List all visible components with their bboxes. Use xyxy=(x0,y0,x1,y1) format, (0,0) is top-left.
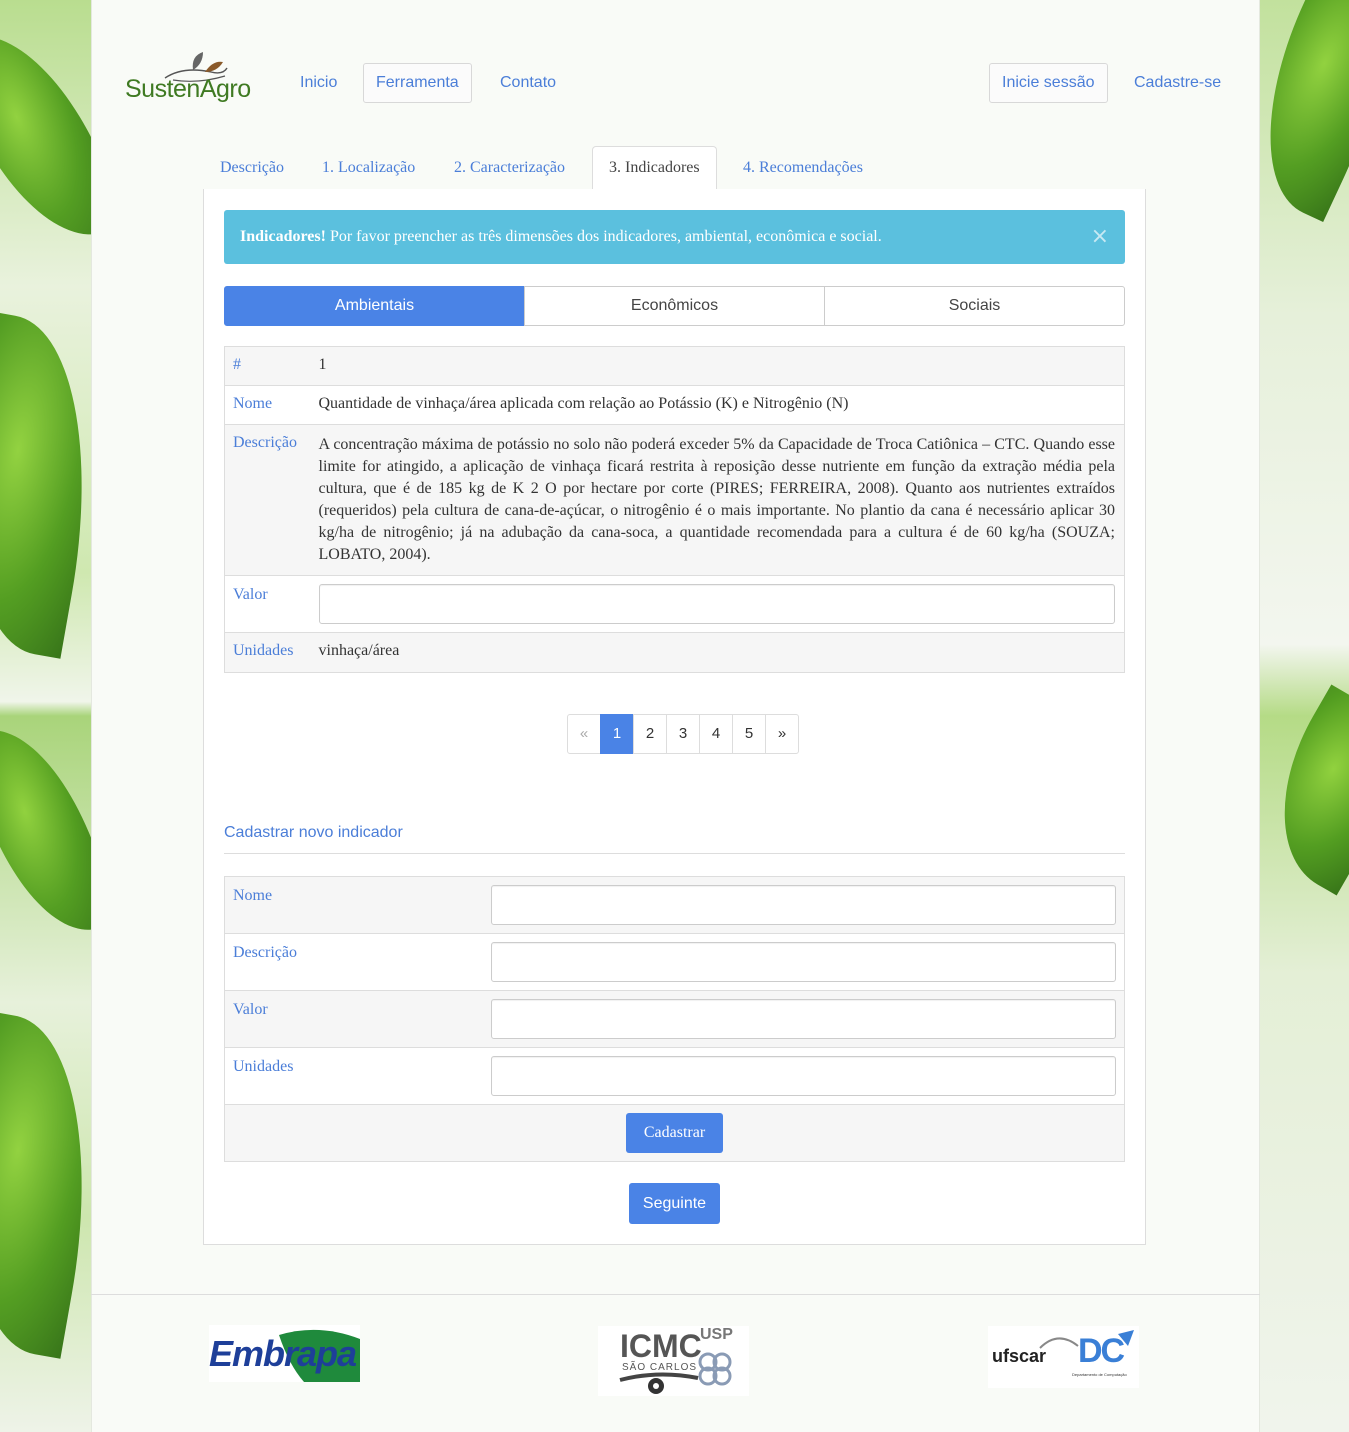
row-label-nome: Nome xyxy=(224,385,311,425)
signup-link[interactable]: Cadastre-se xyxy=(1121,63,1234,103)
valor-field[interactable] xyxy=(490,999,1116,1039)
indicator-units: vinhaça/área xyxy=(310,632,1125,673)
form-row: Nome xyxy=(224,876,1125,934)
nav-inicio[interactable]: Inicio xyxy=(287,63,350,103)
tab-indicadores[interactable]: 3. Indicadores xyxy=(592,146,717,191)
form-row: Descrição xyxy=(224,933,1125,991)
row-label-valor: Valor xyxy=(224,575,311,633)
form-label-valor: Valor xyxy=(224,990,483,1048)
tab-caracterizacao[interactable]: 2. Caracterização xyxy=(437,146,582,190)
row-label-num: # xyxy=(224,346,311,386)
table-row: Nome Quantidade de vinhaça/área aplicada… xyxy=(224,385,1125,425)
leaf-background-left xyxy=(0,0,91,1432)
alert-message: Por favor preencher as três dimensões do… xyxy=(329,228,882,245)
form-row: Valor xyxy=(224,990,1125,1048)
nav-contato[interactable]: Contato xyxy=(487,63,569,103)
brand-logo[interactable]: SustenAgro xyxy=(125,50,251,110)
form-label-unidades: Unidades xyxy=(224,1047,483,1105)
tab-recomendacoes[interactable]: 4. Recomendações xyxy=(726,146,880,190)
pagination: « 1 2 3 4 5 » xyxy=(567,714,799,754)
close-icon[interactable]: × xyxy=(1091,210,1109,264)
info-alert: Indicadores! Por favor preencher as três… xyxy=(224,210,1125,264)
table-row: Valor xyxy=(224,575,1125,633)
form-cell xyxy=(482,990,1125,1048)
tab-localizacao[interactable]: 1. Localização xyxy=(305,146,432,190)
nav-ferramenta[interactable]: Ferramenta xyxy=(363,63,472,103)
descricao-field[interactable] xyxy=(490,942,1116,982)
icmc-emblem-icon xyxy=(619,1352,732,1394)
alert-title: Indicadores! xyxy=(240,228,326,245)
nome-field[interactable] xyxy=(490,885,1116,925)
seguinte-button[interactable]: Seguinte xyxy=(629,1183,720,1224)
dc-wordmark: DC xyxy=(1078,1332,1125,1370)
step-tabs: Descrição 1. Localização 2. Caracterizaç… xyxy=(203,146,1146,191)
ufscar-dc-logo[interactable]: ufscar DC Departamento de Computação xyxy=(988,1326,1139,1388)
indicator-table: # 1 Nome Quantidade de vinhaça/área apli… xyxy=(224,346,1125,673)
tab-descricao[interactable]: Descrição xyxy=(203,146,301,190)
footer-divider xyxy=(91,1294,1260,1295)
pagination-prev[interactable]: « xyxy=(567,714,601,754)
segment-sociais[interactable]: Sociais xyxy=(824,286,1125,326)
new-indicator-heading: Cadastrar novo indicador xyxy=(224,824,403,841)
form-cell xyxy=(482,1047,1125,1105)
segment-economicos[interactable]: Econômicos xyxy=(524,286,825,326)
valor-cell xyxy=(310,575,1125,633)
row-label-unidades: Unidades xyxy=(224,632,311,673)
indicator-name: Quantidade de vinhaça/área aplicada com … xyxy=(310,385,1125,425)
form-cell xyxy=(482,876,1125,934)
indicator-number: 1 xyxy=(310,346,1125,386)
leaf-background-right xyxy=(1259,0,1349,1432)
row-label-descricao: Descrição xyxy=(224,424,311,576)
embrapa-logo[interactable]: Embrapa xyxy=(209,1325,360,1382)
table-row: Unidades vinhaça/área xyxy=(224,632,1125,673)
pagination-next[interactable]: » xyxy=(765,714,799,754)
form-actions: Cadastrar xyxy=(224,1104,1125,1162)
pagination-page-5[interactable]: 5 xyxy=(732,714,766,754)
dc-subtitle: Departamento de Computação xyxy=(1072,1372,1127,1377)
pagination-page-4[interactable]: 4 xyxy=(699,714,733,754)
login-link[interactable]: Inicie sessão xyxy=(989,63,1108,103)
pagination-page-2[interactable]: 2 xyxy=(633,714,667,754)
table-row: Descrição A concentração máxima de potás… xyxy=(224,424,1125,576)
new-indicator-form: Nome Descrição Valor Unidades Cadastrar xyxy=(224,876,1125,1162)
table-row: # 1 xyxy=(224,346,1125,386)
form-row: Unidades xyxy=(224,1047,1125,1105)
form-label-descricao: Descrição xyxy=(224,933,483,991)
valor-input[interactable] xyxy=(318,584,1115,624)
form-row: Cadastrar xyxy=(224,1104,1125,1162)
unidades-field[interactable] xyxy=(490,1056,1116,1096)
form-label-nome: Nome xyxy=(224,876,483,934)
pagination-page-3[interactable]: 3 xyxy=(666,714,700,754)
segment-ambientais[interactable]: Ambientais xyxy=(224,286,525,326)
pagination-page-1[interactable]: 1 xyxy=(600,714,634,754)
indicator-description: A concentração máxima de potássio no sol… xyxy=(310,424,1125,576)
embrapa-wordmark: Embrapa xyxy=(209,1333,357,1374)
form-cell xyxy=(482,933,1125,991)
brand-name: SustenAgro xyxy=(125,75,251,103)
divider xyxy=(224,853,1125,854)
cadastrar-button[interactable]: Cadastrar xyxy=(626,1113,723,1153)
icmc-logo[interactable]: ICMC SÃO CARLOS USP xyxy=(598,1326,749,1396)
